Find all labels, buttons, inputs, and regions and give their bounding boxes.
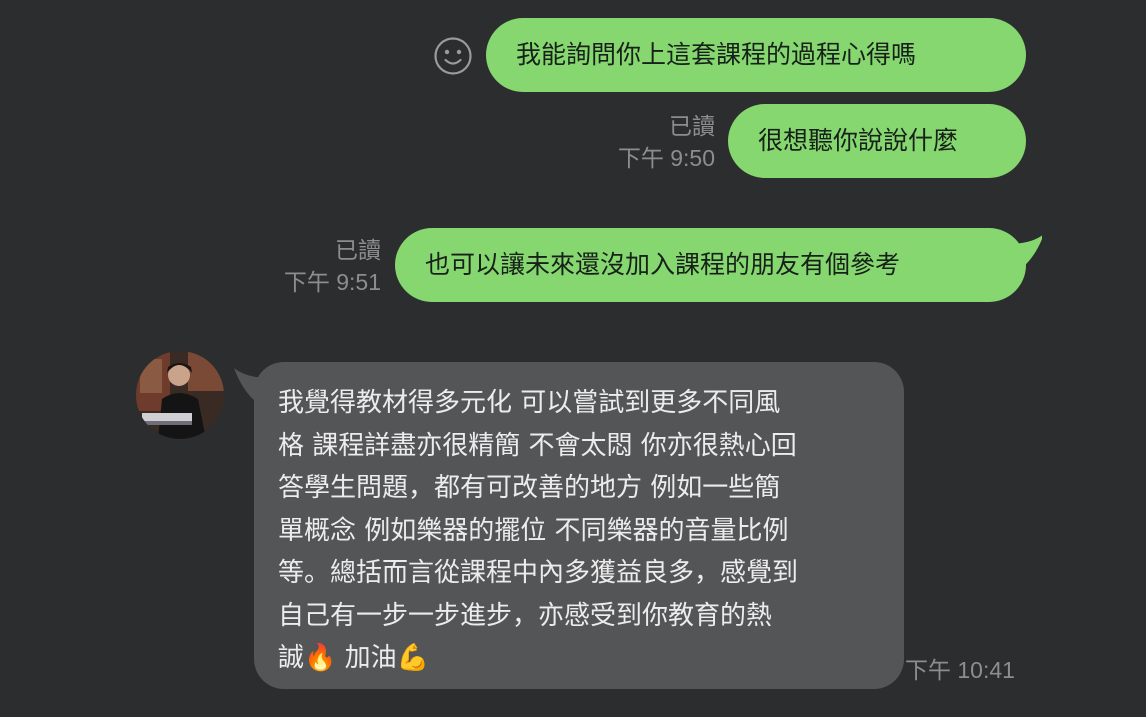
message-line: 誠🔥 加油💪 <box>278 643 430 673</box>
message-text: 也可以讓未來還沒加入課程的朋友有個參考 <box>425 250 901 279</box>
message-line: 答學生問題，都有可改善的地方 例如一些簡 <box>278 473 781 503</box>
message-text: 很想聽你說說什麼 <box>758 126 959 155</box>
message-meta: 已讀 下午 9:50 <box>560 110 715 174</box>
message-time: 下午 9:51 <box>283 269 381 295</box>
message-line: 我覺得教材得多元化 可以嘗試到更多不同風 <box>278 388 781 418</box>
outgoing-message-bubble[interactable]: 很想聽你說說什麼 <box>728 104 1026 178</box>
message-time: 下午 9:50 <box>617 145 715 171</box>
incoming-message-bubble[interactable]: 我覺得教材得多元化 可以嘗試到更多不同風 格 課程詳盡亦很精簡 不會太悶 你亦很… <box>254 362 904 689</box>
message-line: 單概念 例如樂器的擺位 不同樂器的音量比例 <box>278 515 789 546</box>
outgoing-message-bubble[interactable]: 也可以讓未來還沒加入課程的朋友有個參考 <box>395 228 1026 302</box>
outgoing-message-bubble[interactable]: 我能詢問你上這套課程的過程心得嗎 <box>486 18 1026 92</box>
message-time: 下午 10:41 <box>905 657 1015 683</box>
read-receipt: 已讀 <box>335 237 381 263</box>
read-receipt: 已讀 <box>669 113 715 139</box>
avatar-image <box>136 351 224 439</box>
message-line: 格 課程詳盡亦很精簡 不會太悶 你亦很熱心回 <box>278 430 797 461</box>
user-avatar[interactable] <box>136 351 224 439</box>
message-line: 自己有一步一步進步，亦感受到你教育的熱 <box>278 600 773 631</box>
message-meta: 已讀 下午 9:51 <box>226 234 381 298</box>
message-line: 等。總括而言從課程中內多獲益良多，感覺到 <box>278 558 799 588</box>
message-text: 我能詢問你上這套課程的過程心得嗎 <box>516 40 917 69</box>
smiley-icon[interactable] <box>433 36 473 76</box>
